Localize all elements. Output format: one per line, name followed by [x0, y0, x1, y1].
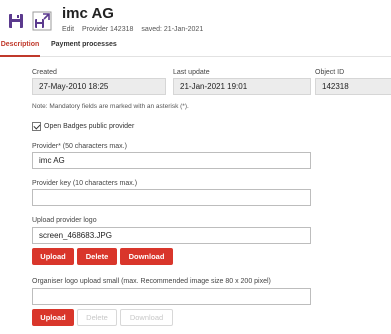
provider-logo-label: Upload provider logo	[32, 217, 97, 224]
provider-logo-delete-button[interactable]: Delete	[77, 248, 117, 265]
provider-logo-download-button[interactable]: Download	[120, 248, 173, 265]
created-field: 27-May-2010 18:25	[32, 78, 166, 95]
page-title: imc AG	[62, 5, 114, 22]
tab-bar: Description Payment processes	[0, 34, 391, 57]
last-update-label: Last update	[173, 69, 210, 76]
created-label: Created	[32, 69, 57, 76]
organiser-logo-delete-button: Delete	[77, 309, 117, 326]
organiser-logo-download-button: Download	[120, 309, 173, 326]
saved-label: saved: 21-Jan-2021	[141, 26, 204, 33]
mandatory-note: Note: Mandatory fields are marked with a…	[32, 103, 189, 110]
object-id-label: Object ID	[315, 69, 345, 76]
save-icon[interactable]	[6, 11, 26, 31]
tab-description[interactable]: Description	[0, 34, 40, 57]
tab-payment-processes[interactable]: Payment processes	[51, 34, 117, 57]
open-badges-label: Open Badges public provider	[44, 123, 135, 130]
organiser-logo-upload-button[interactable]: Upload	[32, 309, 74, 326]
edit-label: Edit	[62, 26, 75, 33]
object-id-field: 142318	[315, 78, 391, 95]
provider-id-label: Provider 142318	[82, 26, 134, 33]
provider-key-label: Provider key (10 characters max.)	[32, 180, 138, 187]
save-and-close-icon[interactable]	[32, 11, 52, 31]
provider-input[interactable]: imc AG	[32, 152, 311, 169]
toolbar-icons	[6, 11, 52, 31]
provider-logo-upload-button[interactable]: Upload	[32, 248, 74, 265]
provider-label: Provider* (50 characters max.)	[32, 143, 127, 150]
provider-key-input[interactable]	[32, 189, 311, 206]
provider-logo-input[interactable]: screen_468683.JPG	[32, 227, 311, 244]
last-update-field: 21-Jan-2021 19:01	[173, 78, 311, 95]
header-meta: Edit Provider 142318 saved: 21-Jan-2021	[62, 25, 209, 34]
organiser-logo-label: Organiser logo upload small (max. Recomm…	[32, 278, 271, 285]
open-badges-checkbox[interactable]	[32, 122, 41, 131]
organiser-logo-input[interactable]	[32, 288, 311, 305]
